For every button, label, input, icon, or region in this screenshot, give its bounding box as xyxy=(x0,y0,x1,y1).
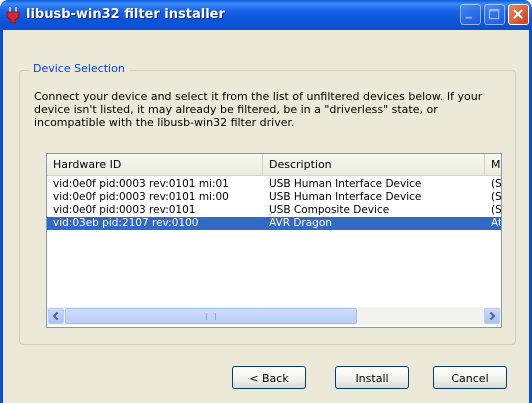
title-bar[interactable]: libusb-win32 filter installer xyxy=(0,0,532,30)
intro-text: Connect your device and select it from t… xyxy=(34,90,483,129)
list-item[interactable]: vid:0e0f pid:0003 rev:0101 mi:01 USB Hum… xyxy=(47,178,501,191)
maximize-button[interactable] xyxy=(484,4,505,25)
minimize-button[interactable] xyxy=(460,4,481,25)
list-item-selected[interactable]: vid:03eb pid:2107 rev:0100 AVR Dragon At xyxy=(47,217,501,230)
group-label: Device Selection xyxy=(29,62,129,75)
window-title: libusb-win32 filter installer xyxy=(26,7,225,22)
manufacturer-cell: (St xyxy=(491,204,502,216)
chevron-right-icon xyxy=(489,311,496,321)
list-header: Hardware ID Description M xyxy=(47,154,501,176)
minimize-icon xyxy=(465,16,472,19)
scroll-right-button[interactable] xyxy=(484,308,500,324)
hardware-id-cell: vid:0e0f pid:0003 rev:0101 mi:00 xyxy=(53,191,229,203)
hardware-id-cell: vid:0e0f pid:0003 rev:0101 mi:01 xyxy=(53,178,229,190)
grip-icon xyxy=(206,313,216,320)
scrollbar-thumb[interactable] xyxy=(65,308,357,324)
description-cell: USB Human Interface Device xyxy=(269,191,422,203)
description-cell: AVR Dragon xyxy=(269,217,332,229)
chevron-left-icon xyxy=(52,311,59,321)
horizontal-scrollbar[interactable] xyxy=(47,307,501,325)
hardware-id-cell: vid:03eb pid:2107 rev:0100 xyxy=(53,217,199,229)
description-cell: USB Human Interface Device xyxy=(269,178,422,190)
maximize-icon xyxy=(488,8,500,20)
list-rows: vid:0e0f pid:0003 rev:0101 mi:01 USB Hum… xyxy=(47,178,501,230)
usb-plug-icon xyxy=(6,7,20,24)
manufacturer-cell: At xyxy=(491,217,502,229)
manufacturer-cell: (St xyxy=(491,178,502,190)
column-header-manufacturer[interactable]: M xyxy=(485,154,501,175)
close-button[interactable] xyxy=(508,4,529,25)
scroll-left-button[interactable] xyxy=(48,308,64,324)
install-button[interactable]: Install xyxy=(335,366,409,389)
back-button[interactable]: < Back xyxy=(232,366,306,389)
list-item[interactable]: vid:0e0f pid:0003 rev:0101 USB Composite… xyxy=(47,204,501,217)
close-icon xyxy=(513,9,523,19)
description-cell: USB Composite Device xyxy=(269,204,390,216)
device-list[interactable]: Hardware ID Description M vid:0e0f pid:0… xyxy=(46,153,502,328)
cancel-button[interactable]: Cancel xyxy=(433,366,507,389)
manufacturer-cell: (St xyxy=(491,191,502,203)
list-item[interactable]: vid:0e0f pid:0003 rev:0101 mi:00 USB Hum… xyxy=(47,191,501,204)
hardware-id-cell: vid:0e0f pid:0003 rev:0101 xyxy=(53,204,196,216)
column-header-description[interactable]: Description xyxy=(263,154,485,175)
column-header-hardware-id[interactable]: Hardware ID xyxy=(47,154,263,175)
